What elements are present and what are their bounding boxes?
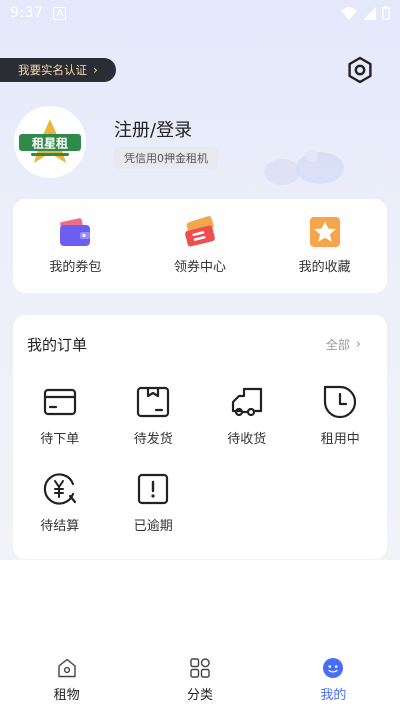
verify-identity-badge[interactable]: 我要实名认证 › (0, 58, 116, 82)
order-status-label: 租用中 (320, 432, 360, 447)
orders-title: 我的订单 (27, 336, 88, 354)
app-logo-text: 租星租 (32, 137, 68, 151)
order-status-label: 已逾期 (133, 519, 173, 534)
quick-item-label: 我的券包 (49, 260, 102, 275)
order-status-pending-shipment[interactable]: 待发货 (107, 385, 201, 447)
signal-icon (363, 6, 376, 20)
nav-tab-rent[interactable]: 租物 (0, 648, 133, 711)
order-status-label: 待收货 (227, 432, 267, 447)
alert-icon (138, 473, 169, 505)
orders-view-all-link[interactable]: 全部 › (326, 336, 361, 353)
home-icon (57, 658, 76, 678)
status-time: 9:37 (10, 5, 44, 21)
app-logo-icon: 租星租 (19, 119, 81, 163)
coupon-icon (185, 216, 215, 247)
order-status-pending-settlement[interactable]: 待结算 (13, 472, 107, 534)
order-status-pending-receipt[interactable]: 待收货 (200, 385, 294, 447)
wifi-icon (341, 6, 357, 20)
quick-item-coupon-center[interactable]: 领券中心 (138, 199, 263, 293)
order-status-overdue[interactable]: 已逾期 (107, 472, 201, 534)
order-status-grid: 待下单 待发货 待收货 租用中 待结算 已逾期 (13, 385, 387, 534)
orders-card: 我的订单 全部 › 待下单 待发货 待收货 租用中 待结算 已逾期 (13, 315, 387, 559)
order-status-label: 待下单 (40, 432, 80, 447)
box-icon (137, 386, 170, 418)
decorative-cloud-icon (264, 150, 344, 185)
login-register-link[interactable]: 注册/登录 (114, 116, 192, 142)
chevron-right-icon: › (355, 337, 361, 352)
battery-icon (382, 6, 390, 20)
orders-view-all-label: 全部 (325, 338, 350, 352)
category-icon (190, 658, 210, 678)
settings-icon[interactable] (346, 56, 374, 84)
nav-tab-mine[interactable]: 我的 (267, 648, 400, 711)
status-bar: 9:37 A (0, 0, 400, 26)
notification-a-icon: A (53, 6, 67, 20)
nav-tab-label: 租物 (53, 688, 80, 703)
order-status-pending-order[interactable]: 待下单 (13, 385, 107, 447)
nav-tab-category[interactable]: 分类 (133, 648, 266, 711)
clock-icon (324, 385, 357, 419)
card-icon (43, 388, 76, 416)
nav-tab-label: 我的 (320, 688, 347, 703)
chevron-right-icon: › (93, 63, 98, 77)
wallet-icon (60, 218, 91, 246)
quick-item-label: 领券中心 (174, 260, 227, 275)
order-status-label: 待发货 (133, 432, 173, 447)
quick-item-favorites[interactable]: 我的收藏 (262, 199, 387, 293)
nav-tab-label: 分类 (186, 688, 213, 703)
profile-icon (323, 658, 344, 678)
order-status-label: 待结算 (40, 519, 80, 534)
yuan-icon (43, 473, 76, 505)
quick-actions-card: 我的券包 领券中心 我的收藏 (13, 199, 387, 293)
order-status-renting[interactable]: 租用中 (294, 385, 388, 447)
avatar[interactable]: 租星租 (14, 106, 86, 178)
truck-icon (231, 387, 262, 417)
bottom-navigation: 租物 分类 我的 (0, 648, 400, 711)
credit-tag: 凭信用0押金租机 (114, 147, 218, 169)
verify-identity-label: 我要实名认证 (18, 63, 87, 77)
quick-item-coupon-wallet[interactable]: 我的券包 (13, 199, 138, 293)
quick-item-label: 我的收藏 (298, 260, 351, 275)
star-icon (309, 217, 340, 247)
